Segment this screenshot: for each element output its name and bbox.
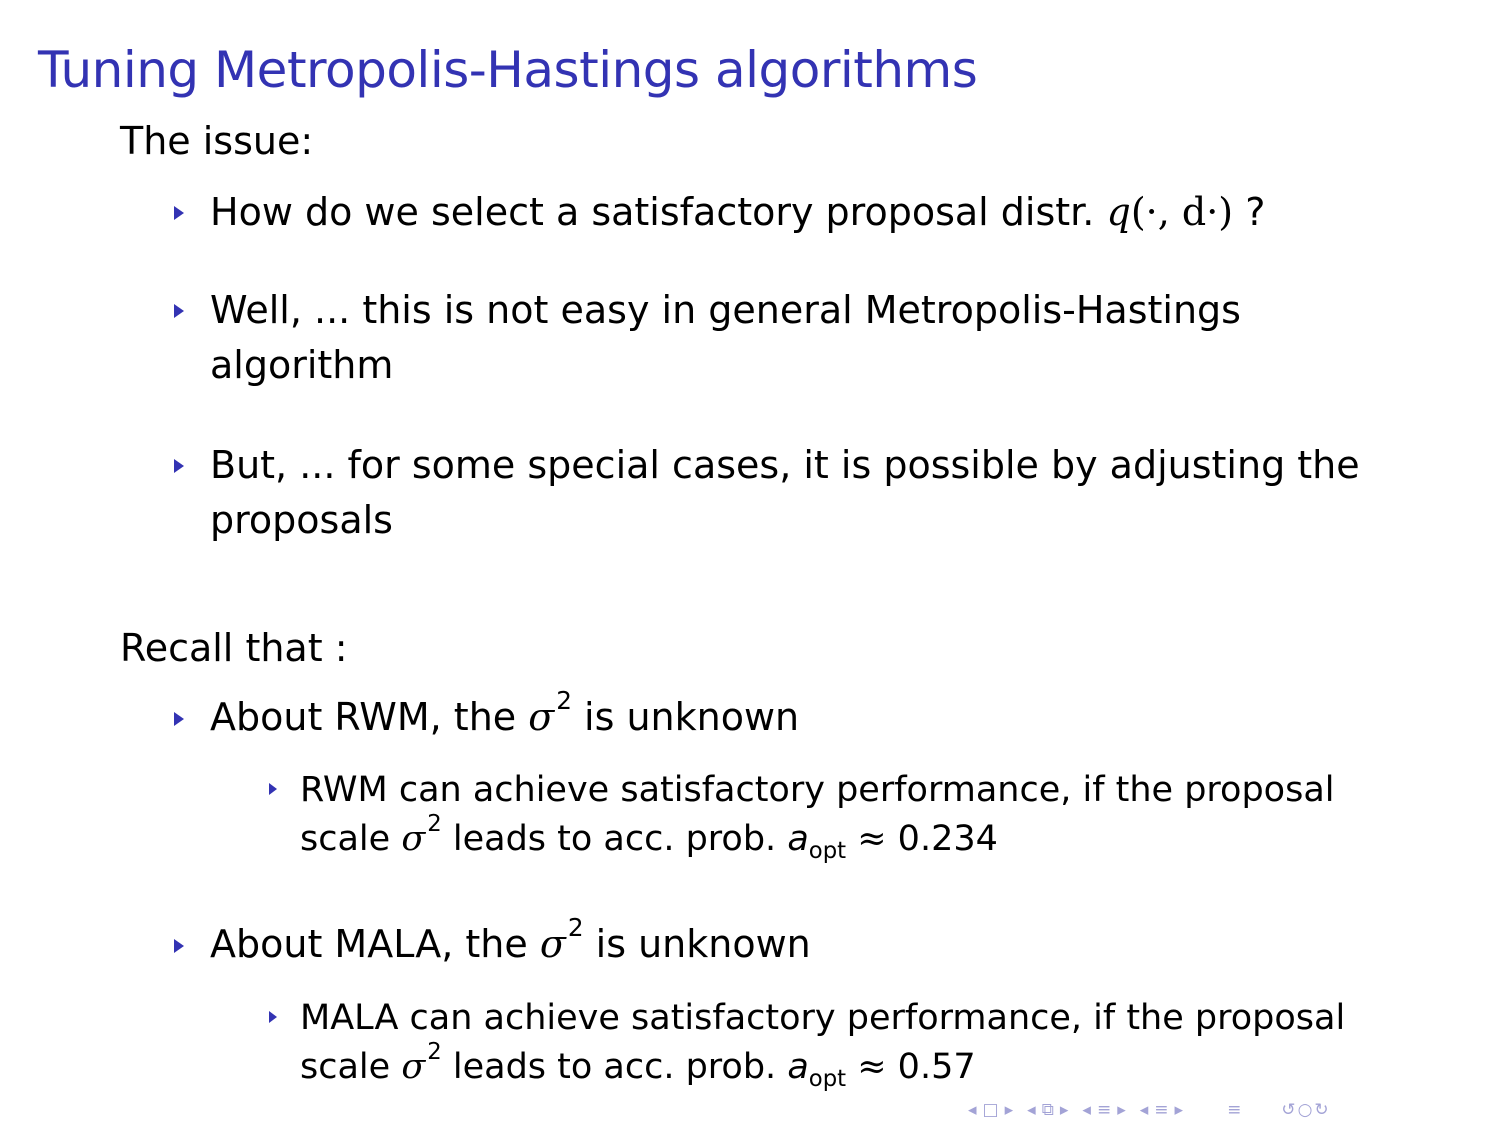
sigma-symbol: σ [401,819,426,859]
sigma-exponent: 2 [427,810,442,837]
recall-subitem-rwm: RWM can achieve satisfactory performance… [300,766,1420,864]
rwm-line-1: RWM can achieve satisfactory performance… [300,770,1335,810]
sigma-symbol: σ [528,695,555,739]
rwm-optimal-value: 0.234 [897,819,998,859]
proposal-q-args: (·, d·) [1130,190,1234,234]
sigma-symbol: σ [539,922,566,966]
frame-next-arrow-icon[interactable]: ▸ [1005,1097,1014,1123]
section-icon[interactable]: ≡ [1097,1097,1111,1123]
bullet-triangle-icon [174,459,184,473]
bullet-triangle-icon [174,712,184,726]
beamer-navigation-bar: ◂ □ ▸ ◂ ⧉ ▸ ◂ ≡ ▸ ◂ ≡ ▸ ≡ ↺ ○ ↻ [968,1097,1329,1123]
mala-line-2: scale σ2 leads to acc. prob. aopt ≈ 0.57 [300,1040,1420,1092]
issue-item-1-question: ? [1245,190,1266,234]
bullet-triangle-icon [174,304,184,318]
recall-item-rwm-lead: About RWM, the [210,695,517,739]
section-prev-arrow-icon[interactable]: ◂ [1082,1097,1091,1123]
acceptance-symbol: a [787,819,809,859]
issue-item-3: But, ... for some special cases, it is p… [210,443,1360,542]
subsection-prev-arrow-icon[interactable]: ◂ [1027,1097,1036,1123]
issue-item-1: How do we select a satisfactory proposal… [210,185,1410,240]
bullet-triangle-icon [174,939,184,953]
slide-title: Tuning Metropolis-Hastings algorithms [38,41,978,99]
approx-symbol: ≈ [857,1047,887,1087]
frame-icon[interactable]: □ [983,1097,999,1123]
issue-label: The issue: [120,119,314,163]
bullet-triangle-icon [174,206,184,220]
sigma-exponent: 2 [567,913,584,943]
sub-bullet-triangle-icon [269,1011,277,1023]
section2-prev-arrow-icon[interactable]: ◂ [1140,1097,1149,1123]
approx-symbol: ≈ [857,819,887,859]
proposal-q-symbol: q [1106,190,1131,234]
sigma-symbol: σ [401,1047,426,1087]
search-back-icon[interactable]: ↺ [1281,1097,1295,1123]
acceptance-subscript: opt [808,837,847,864]
recall-item-mala-lead: About MALA, the [210,922,528,966]
rwm-line-2: scale σ2 leads to acc. prob. aopt ≈ 0.23… [300,812,1420,864]
section2-next-arrow-icon[interactable]: ▸ [1175,1097,1184,1123]
mala-middle-text: leads to acc. prob. [452,1047,777,1087]
subsection-icon[interactable]: ⧉ [1042,1097,1054,1123]
section-next-arrow-icon[interactable]: ▸ [1117,1097,1126,1123]
subsection-next-arrow-icon[interactable]: ▸ [1060,1097,1069,1123]
recall-label: Recall that : [120,626,348,670]
recall-subitem-mala: MALA can achieve satisfactory performanc… [300,994,1420,1092]
search-forward-icon[interactable]: ↻ [1314,1097,1328,1123]
search-icon[interactable]: ○ [1298,1097,1313,1123]
document-icon[interactable]: ≡ [1227,1097,1241,1123]
mala-scale-word: scale [300,1047,391,1087]
recall-item-mala-tail: is unknown [595,922,811,966]
sigma-exponent: 2 [556,686,572,716]
sub-bullet-triangle-icon [269,783,277,795]
frame-prev-arrow-icon[interactable]: ◂ [968,1097,977,1123]
rwm-scale-word: scale [300,819,391,859]
mala-optimal-value: 0.57 [897,1047,976,1087]
sigma-exponent: 2 [427,1038,442,1065]
acceptance-subscript: opt [808,1065,847,1092]
acceptance-symbol: a [787,1047,809,1087]
rwm-middle-text: leads to acc. prob. [452,819,777,859]
recall-item-rwm: About RWM, the σ2 is unknown [210,688,1410,745]
mala-line-1: MALA can achieve satisfactory performanc… [300,998,1346,1038]
issue-item-2: Well, ... this is not easy in general Me… [210,288,1241,387]
issue-item-1-text: How do we select a satisfactory proposal… [210,190,1095,234]
section2-icon[interactable]: ≡ [1154,1097,1168,1123]
recall-item-mala: About MALA, the σ2 is unknown [210,915,1410,972]
recall-item-rwm-tail: is unknown [584,695,800,739]
